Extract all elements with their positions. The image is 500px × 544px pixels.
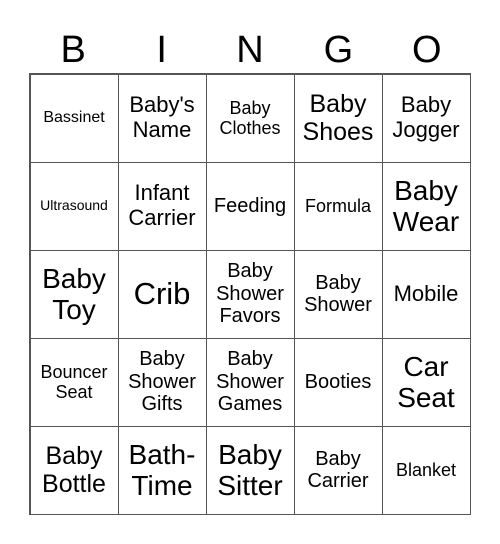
bingo-cell[interactable]: Baby Shower <box>293 249 383 339</box>
bingo-cell[interactable]: Car Seat <box>381 337 471 427</box>
bingo-cell[interactable]: Bouncer Seat <box>29 337 119 427</box>
bingo-cell[interactable]: Feeding <box>205 161 295 251</box>
bingo-cell[interactable]: Bath-Time <box>117 425 207 515</box>
bingo-cell[interactable]: Baby Toy <box>29 249 119 339</box>
bingo-cell[interactable]: Booties <box>293 337 383 427</box>
bingo-cell[interactable]: Infant Carrier <box>117 161 207 251</box>
header-letter-o: O <box>412 29 442 71</box>
header-letter-g: G <box>323 29 354 71</box>
bingo-cell[interactable]: Mobile <box>381 249 471 339</box>
header-letter-i: I <box>156 29 167 71</box>
bingo-cell[interactable]: Baby's Name <box>117 73 207 163</box>
bingo-cell[interactable]: Baby Jogger <box>381 73 471 163</box>
bingo-cell[interactable]: Baby Clothes <box>205 73 295 163</box>
bingo-cell[interactable]: Baby Wear <box>381 161 471 251</box>
bingo-cell[interactable]: Baby Shower Gifts <box>117 337 207 427</box>
bingo-cell[interactable]: Baby Shoes <box>293 73 383 163</box>
bingo-cell[interactable]: Baby Sitter <box>205 425 295 515</box>
bingo-cell[interactable]: Formula <box>293 161 383 251</box>
bingo-card-grid: Bassinet Baby's Name Baby Clothes Baby S… <box>29 73 471 515</box>
header-letter-n: N <box>236 29 264 71</box>
bingo-cell[interactable]: Ultrasound <box>29 161 119 251</box>
bingo-cell[interactable]: Baby Shower Games <box>205 337 295 427</box>
bingo-cell[interactable]: Blanket <box>381 425 471 515</box>
bingo-cell[interactable]: Crib <box>117 249 207 339</box>
bingo-cell[interactable]: Bassinet <box>29 73 119 163</box>
bingo-cell[interactable]: Baby Bottle <box>29 425 119 515</box>
header-letter-b: B <box>60 29 86 71</box>
bingo-cell[interactable]: Baby Shower Favors <box>205 249 295 339</box>
bingo-cell[interactable]: Baby Carrier <box>293 425 383 515</box>
bingo-header: B I N G O <box>29 28 471 72</box>
